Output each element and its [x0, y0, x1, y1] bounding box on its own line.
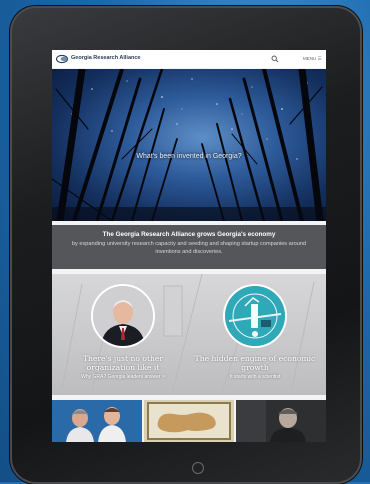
home-button-icon[interactable] [192, 462, 204, 474]
story-tiles [52, 400, 326, 442]
site-header: Georgia Research Alliance MENU ☰ [52, 50, 326, 68]
feature-card-economic-growth[interactable]: The hidden engine of economic growth It … [190, 274, 320, 395]
banner-title: The Georgia Research Alliance grows Geor… [102, 231, 276, 238]
feature-title: The hidden engine of economic growth [194, 354, 316, 372]
gra-logo-icon[interactable] [56, 54, 70, 64]
site-logo-text[interactable]: Georgia Research Alliance [71, 55, 141, 61]
menu-label: MENU [303, 55, 317, 61]
menu-button[interactable]: MENU ☰ [303, 56, 322, 62]
search-icon[interactable] [271, 55, 279, 63]
hero-caption[interactable]: What's been invented in Georgia? [52, 153, 326, 160]
hero-image[interactable]: What's been invented in Georgia? [52, 69, 326, 221]
tablet-screen: Georgia Research Alliance MENU ☰ What's … [52, 50, 326, 442]
feature-link[interactable]: It starts with a scientist [190, 374, 320, 380]
leader-portrait-image [91, 284, 155, 348]
feature-link[interactable]: Why GRA? Georgia leaders answer > [58, 374, 188, 380]
story-tile-peanut-photo[interactable] [144, 400, 234, 442]
feature-card-organization[interactable]: There's just no other organization like … [58, 274, 188, 395]
mission-banner: The Georgia Research Alliance grows Geor… [52, 225, 326, 269]
story-tile-scientists-photo[interactable] [52, 400, 142, 442]
story-tile-researcher-photo[interactable] [236, 400, 326, 442]
menu-icon: ☰ [317, 55, 322, 61]
forest-night-sky-illustration [52, 69, 326, 221]
banner-body: by expanding university research capacit… [71, 241, 307, 255]
features-section: There's just no other organization like … [52, 274, 326, 395]
economic-engine-illustration [223, 284, 287, 348]
feature-title: There's just no other organization like … [82, 354, 164, 372]
